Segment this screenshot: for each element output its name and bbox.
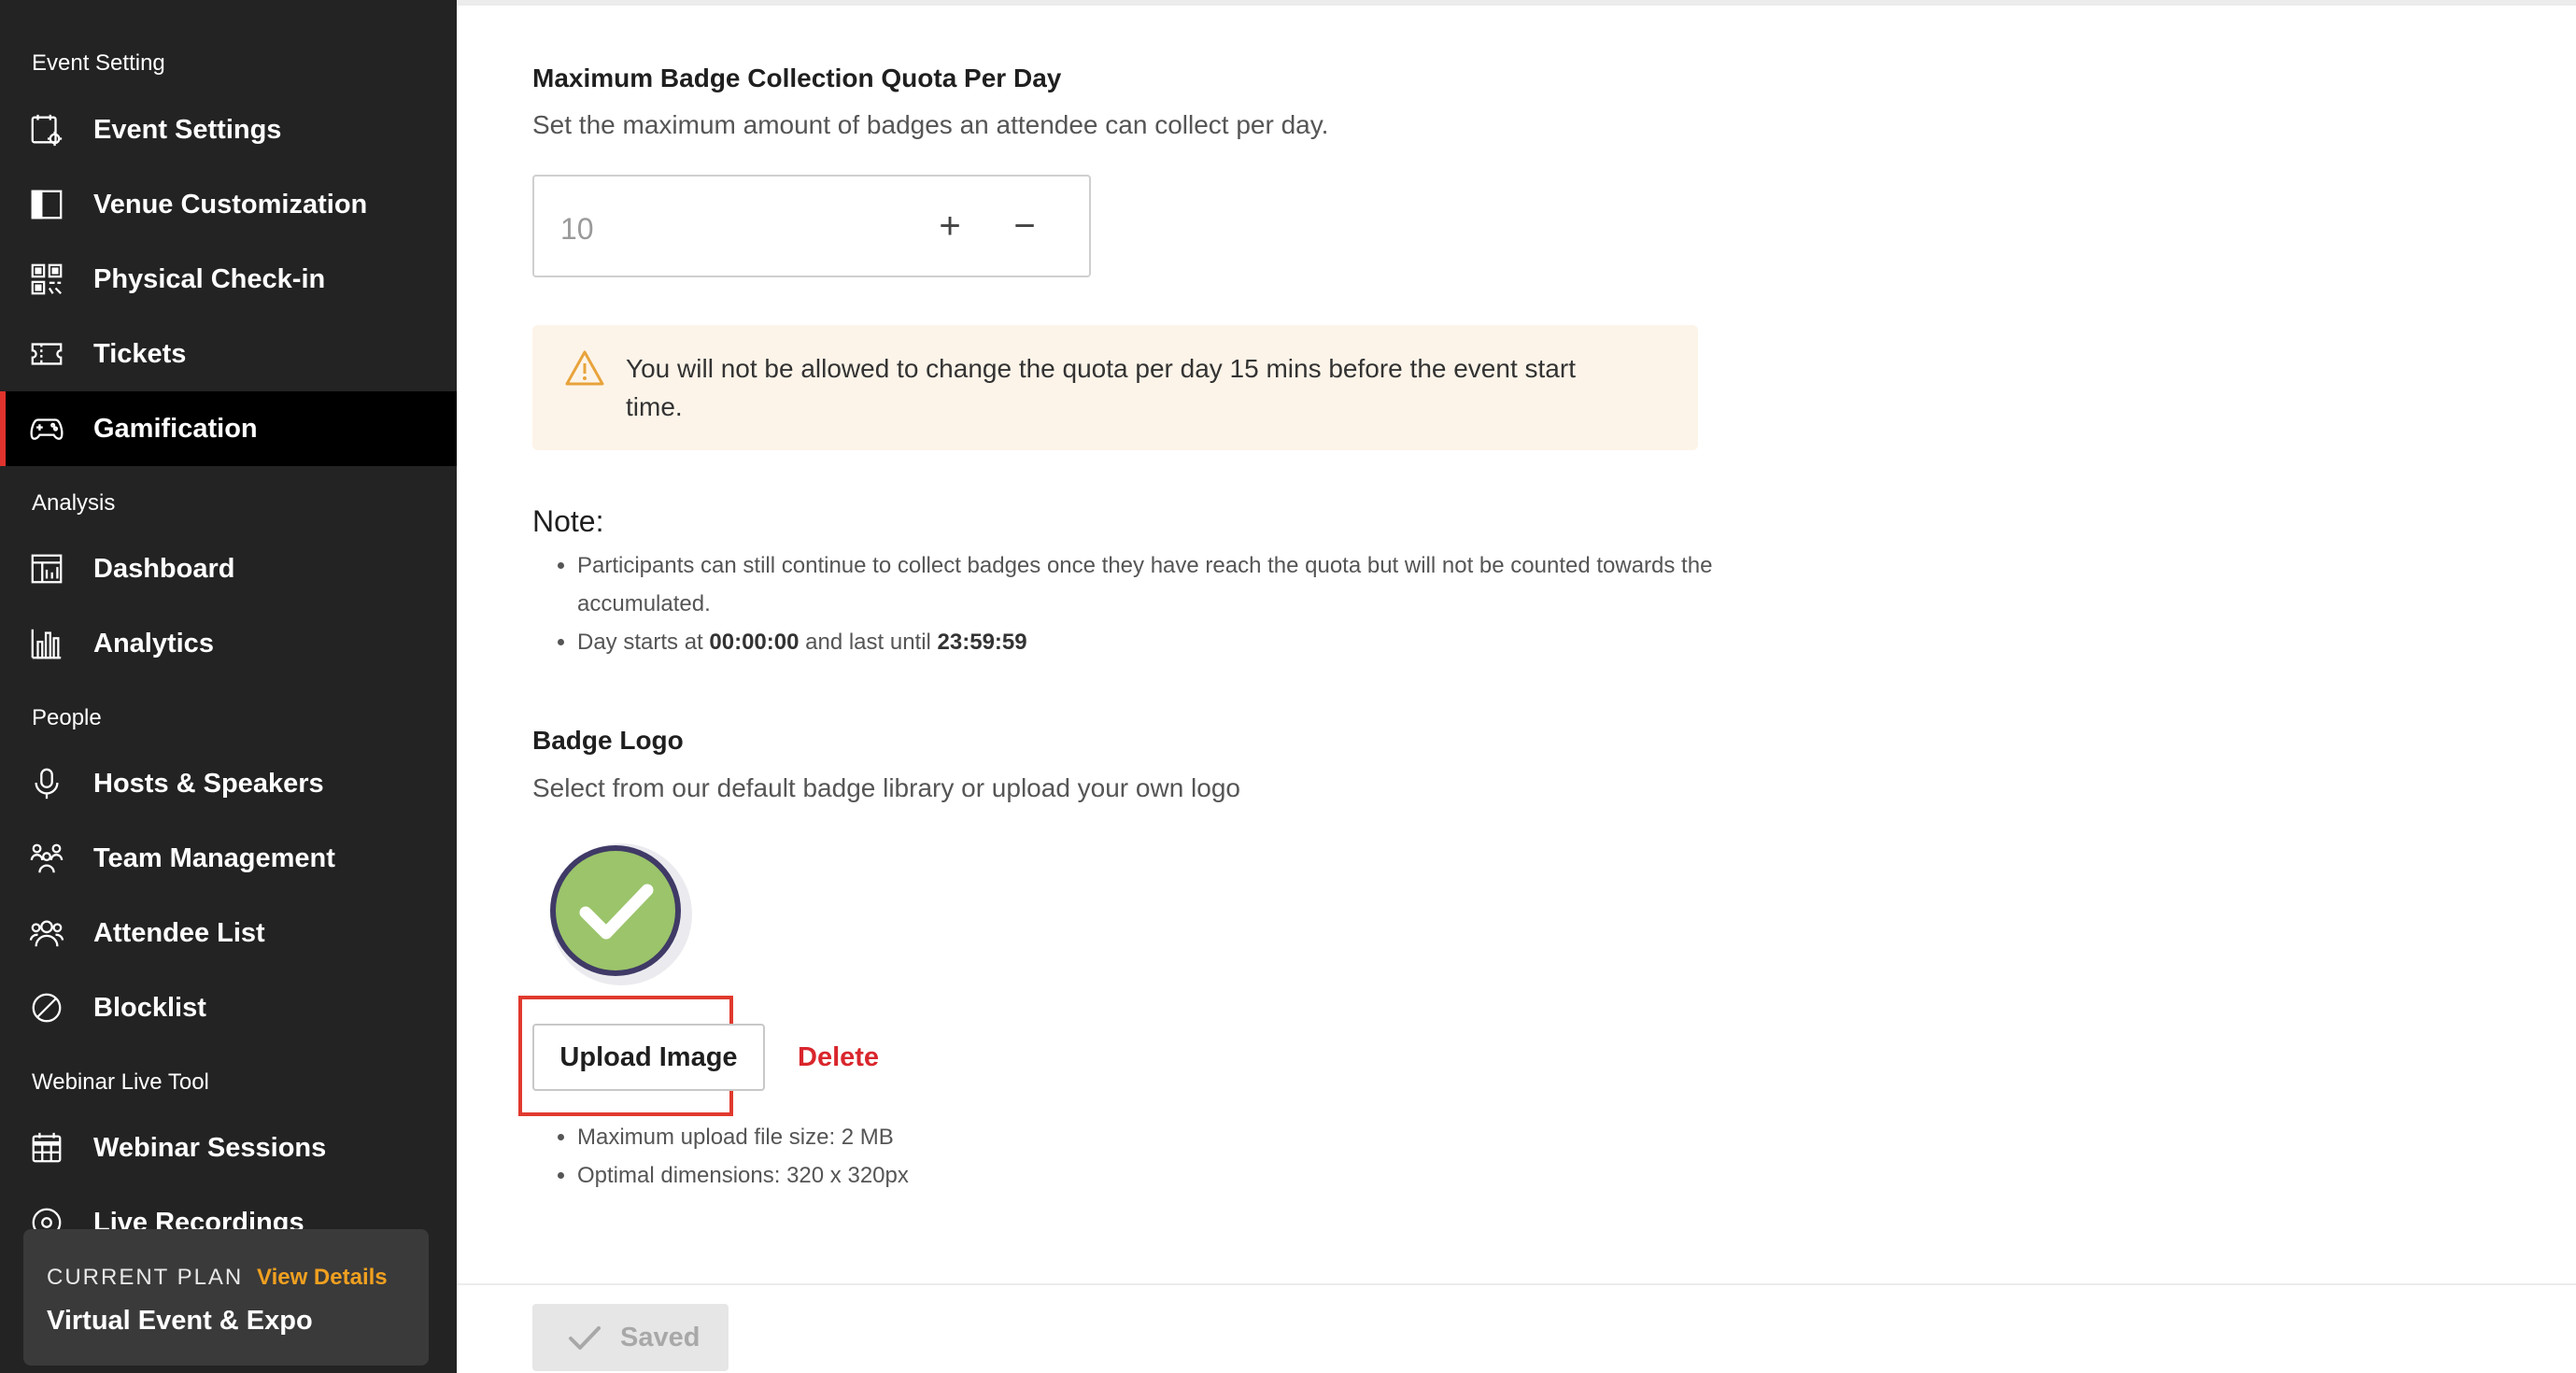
note-bullet-2-prefix: Day starts at [577, 630, 710, 655]
sidebar-item-label: Analytics [93, 628, 214, 658]
microphone-icon [28, 765, 65, 802]
list-item: Optimal dimensions: 320 x 320px [577, 1156, 909, 1195]
upload-hint-dimensions: Optimal dimensions: 320 x 320px [577, 1163, 909, 1188]
sidebar: Event Setting Event Settings Venue Custo… [0, 0, 457, 1373]
note-title: Note: [532, 504, 604, 538]
sidebar-item-label: Hosts & Speakers [93, 768, 324, 799]
sidebar-item-label: Tickets [93, 338, 187, 369]
note-list: Participants can still continue to colle… [555, 546, 1726, 661]
sidebar-item-label: Venue Customization [93, 189, 368, 219]
footer-divider [457, 1283, 2576, 1285]
quota-stepper[interactable]: 10 + − [532, 175, 1091, 277]
sidebar-item-tickets[interactable]: Tickets [0, 317, 457, 391]
badge-logo-preview [550, 843, 692, 985]
sidebar-item-label: Physical Check-in [93, 263, 326, 294]
calendar-gear-icon [28, 111, 65, 149]
delete-button[interactable]: Delete [798, 1042, 879, 1073]
increment-button[interactable]: + [928, 205, 971, 248]
quota-description: Set the maximum amount of badges an atte… [532, 110, 1329, 139]
warning-banner: You will not be allowed to change the qu… [532, 325, 1698, 450]
view-details-link[interactable]: View Details [257, 1265, 388, 1291]
list-item: Participants can still continue to colle… [577, 546, 1726, 623]
users-icon [28, 914, 65, 952]
badge-logo-title: Badge Logo [532, 726, 684, 755]
upload-hints: Maximum upload file size: 2 MB Optimal d… [555, 1118, 909, 1195]
section-people: People [32, 705, 102, 730]
qr-code-icon [28, 261, 65, 298]
sidebar-item-event-settings[interactable]: Event Settings [0, 92, 457, 167]
sidebar-item-analytics[interactable]: Analytics [0, 606, 457, 681]
sidebar-item-label: Webinar Sessions [93, 1132, 327, 1163]
decrement-button[interactable]: − [1003, 205, 1046, 248]
note-bullet-1: Participants can still continue to colle… [577, 553, 1713, 616]
section-analysis: Analysis [32, 490, 116, 516]
list-item: Day starts at 00:00:00 and last until 23… [577, 623, 1726, 661]
current-plan-card: CURRENT PLAN View Details Virtual Event … [23, 1229, 429, 1366]
saved-button[interactable]: Saved [532, 1304, 729, 1371]
sidebar-item-label: Event Settings [93, 114, 282, 145]
day-start-time: 00:00:00 [709, 630, 800, 655]
sidebar-item-label: Gamification [93, 413, 258, 444]
dashboard-icon [28, 550, 65, 587]
plan-label: CURRENT PLAN [47, 1265, 244, 1290]
upload-image-button[interactable]: Upload Image [532, 1024, 765, 1091]
note-bullet-2-middle: and last until [799, 630, 938, 655]
quota-title: Maximum Badge Collection Quota Per Day [532, 64, 1062, 92]
sidebar-item-attendee-list[interactable]: Attendee List [0, 896, 457, 970]
sidebar-item-gamification[interactable]: Gamification [0, 391, 457, 466]
main-content: Maximum Badge Collection Quota Per Day S… [457, 0, 2576, 1373]
calendar-grid-icon [28, 1129, 65, 1167]
sidebar-item-webinar-sessions[interactable]: Webinar Sessions [0, 1111, 457, 1185]
sidebar-item-label: Attendee List [93, 917, 265, 948]
sidebar-item-hosts-speakers[interactable]: Hosts & Speakers [0, 746, 457, 821]
badge-logo-description: Select from our default badge library or… [532, 773, 1240, 802]
day-end-time: 23:59:59 [937, 630, 1027, 655]
sidebar-item-team-management[interactable]: Team Management [0, 821, 457, 896]
layout-icon [28, 186, 65, 223]
list-item: Maximum upload file size: 2 MB [577, 1118, 909, 1156]
ticket-icon [28, 335, 65, 373]
section-webinar-live-tool: Webinar Live Tool [32, 1069, 209, 1095]
upload-hint-size: Maximum upload file size: 2 MB [577, 1125, 894, 1150]
gamepad-icon [28, 410, 65, 447]
warning-text: You will not be allowed to change the qu… [626, 354, 1576, 421]
sidebar-item-label: Blocklist [93, 992, 206, 1023]
team-icon [28, 840, 65, 877]
sidebar-item-dashboard[interactable]: Dashboard [0, 531, 457, 606]
sidebar-item-venue-customization[interactable]: Venue Customization [0, 167, 457, 242]
check-icon [569, 1326, 601, 1350]
sidebar-item-label: Team Management [93, 842, 335, 873]
sidebar-item-physical-check-in[interactable]: Physical Check-in [0, 242, 457, 317]
warning-icon [565, 350, 604, 386]
plan-name: Virtual Event & Expo [47, 1306, 313, 1336]
sidebar-item-label: Dashboard [93, 553, 235, 584]
block-icon [28, 989, 65, 1026]
quota-input[interactable]: 10 [560, 212, 594, 247]
bar-chart-icon [28, 625, 65, 662]
sidebar-item-blocklist[interactable]: Blocklist [0, 970, 457, 1045]
section-event-setting: Event Setting [32, 50, 165, 76]
saved-label: Saved [620, 1322, 701, 1352]
